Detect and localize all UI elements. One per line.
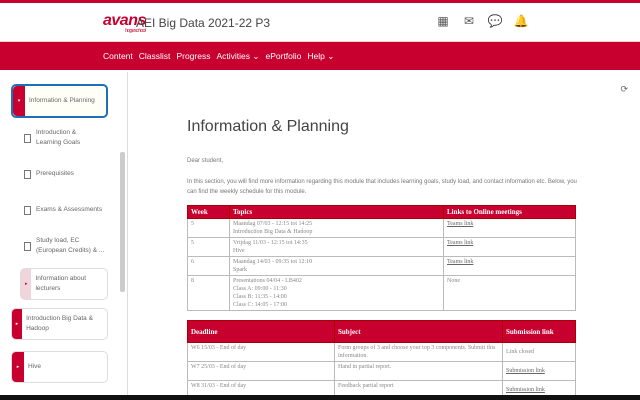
unit-intro-big-data[interactable]: ▸ Introduction Big Data & Hadoop	[11, 308, 108, 340]
topic-line: Spark	[233, 267, 247, 273]
topic-line: Vrijdag 11/03 - 12:15 tot 14:35	[233, 240, 308, 246]
subject-cell: Hand in partial report.	[334, 361, 503, 381]
topic-cell: Maandag 07/03 - 12:15 tot 14:25 Introduct…	[229, 218, 444, 238]
subject-cell: Form groups of 3 and choose your top 3 c…	[334, 342, 503, 362]
topic-line: Presentations 04/04 - LB402	[233, 278, 302, 284]
col-week: Week	[187, 205, 230, 219]
deadline-cell: W6 15/03 - End of day	[187, 342, 335, 362]
document-icon	[24, 205, 31, 215]
topic-line: Maandag 07/03 - 12:15 tot 14:25	[233, 221, 313, 227]
topic-study-load[interactable]: Study load, EC (European Credits) & ...	[24, 236, 106, 256]
topic-line: Introduction Big Data & Hadoop	[233, 229, 313, 235]
col-deadline: Deadline	[187, 320, 335, 343]
document-icon	[24, 133, 31, 143]
topic-line: Class C: 14:05 - 17:00	[233, 302, 288, 308]
submission-link[interactable]: Submission link	[502, 361, 576, 381]
topic-cell: Presentations 04/04 - LB402 Class A: 09:0…	[229, 275, 444, 311]
caret-right-icon[interactable]: ▸	[21, 269, 32, 299]
teams-link[interactable]: Teams link	[443, 256, 576, 276]
deadlines-table: Deadline Subject Submission link W6 15/0…	[187, 320, 576, 400]
deadline-row: W7 25/03 - End of day Hand in partial rep…	[187, 361, 576, 381]
nav-progress[interactable]: Progress	[176, 51, 210, 61]
nav-eportfolio[interactable]: ePortfolio	[265, 51, 301, 61]
topic-line: Maandag 14/03 - 09:35 tot 12:10	[233, 259, 313, 265]
nav-classlist[interactable]: Classlist	[139, 51, 171, 61]
col-links: Links to Online meetings	[443, 205, 576, 219]
nav-content[interactable]: Content	[103, 51, 133, 61]
week-cell: 5	[187, 218, 230, 238]
content-sidebar: ▾ Information & Planning Introduction & L…	[0, 72, 128, 395]
topic-introduction[interactable]: Introduction & Learning Goals	[24, 128, 96, 148]
schedule-row: 8 Presentations 04/04 - LB402 Class A: 09:…	[187, 275, 576, 311]
nav-activities[interactable]: Activities ⌄	[216, 51, 259, 62]
topic-exams[interactable]: Exams & Assessments	[24, 205, 102, 215]
caret-right-icon[interactable]: ▸	[12, 309, 23, 339]
mail-icon[interactable]: ✉	[462, 14, 476, 28]
taskbar-edge	[0, 395, 640, 400]
week-cell: 8	[187, 275, 230, 311]
week-cell: 5	[187, 237, 230, 257]
teams-link[interactable]: Teams link	[443, 237, 576, 257]
main-content: ⟳ Information & Planning Dear student, I…	[130, 72, 640, 400]
unit-lecturers[interactable]: ▸ Information about lecturers	[20, 268, 108, 300]
navbar: Content Classlist Progress Activities ⌄ …	[0, 42, 640, 70]
link-cell: None	[443, 275, 576, 311]
page-title: Information & Planning	[187, 118, 349, 135]
bell-icon[interactable]: 🔔	[514, 14, 529, 28]
caret-down-icon[interactable]: ▾	[13, 86, 25, 116]
refresh-icon[interactable]: ⟳	[620, 84, 628, 95]
topic-line: Class A: 09:00 - 11:30	[233, 286, 287, 292]
topic-line: Hive	[233, 248, 245, 254]
teams-link[interactable]: Teams link	[443, 218, 576, 238]
nav-help[interactable]: Help ⌄	[307, 51, 334, 62]
caret-right-icon[interactable]: ▸	[12, 352, 24, 382]
intro-text: In this section, you will find more info…	[187, 179, 577, 195]
topic-prerequisites[interactable]: Prerequisites	[24, 169, 74, 179]
schedule-table: Week Topics Links to Online meetings 5 Ma…	[187, 205, 576, 311]
unit-hive[interactable]: ▸ Hive	[11, 351, 108, 383]
deadline-cell: W7 25/03 - End of day	[187, 361, 335, 381]
col-subject: Subject	[334, 320, 503, 343]
greeting: Dear student,	[187, 158, 224, 164]
topic-cell: Maandag 14/03 - 09:35 tot 12:10 Spark	[229, 256, 444, 276]
chat-icon[interactable]: 💬	[488, 14, 503, 28]
link-closed: Link closed	[502, 342, 576, 362]
topic-line: Class B: 11:35 - 14:00	[233, 294, 287, 300]
schedule-row: 6 Maandag 14/03 - 09:35 tot 12:10 Spark Tea…	[187, 256, 576, 276]
unit-information-planning[interactable]: ▾ Information & Planning	[11, 84, 108, 118]
schedule-row: 5 Maandag 07/03 - 12:15 tot 14:25 Introduc…	[187, 218, 576, 238]
deadline-row: W6 15/03 - End of day Form groups of 3 an…	[187, 342, 576, 362]
topic-cell: Vrijdag 11/03 - 12:15 tot 14:35 Hive	[229, 237, 444, 257]
apps-grid-icon[interactable]: ▦	[436, 14, 450, 28]
course-title[interactable]: AEI Big Data 2021-22 P3	[136, 16, 270, 30]
col-topics: Topics	[229, 205, 444, 219]
document-icon	[24, 241, 31, 251]
col-submission: Submission link	[502, 320, 576, 343]
header: avans hogeschool AEI Big Data 2021-22 P3 …	[0, 3, 640, 42]
week-cell: 6	[187, 256, 230, 276]
schedule-row: 5 Vrijdag 11/03 - 12:15 tot 14:35 Hive Team…	[187, 237, 576, 257]
document-icon	[24, 169, 31, 179]
sidebar-scrollbar[interactable]	[120, 152, 125, 292]
